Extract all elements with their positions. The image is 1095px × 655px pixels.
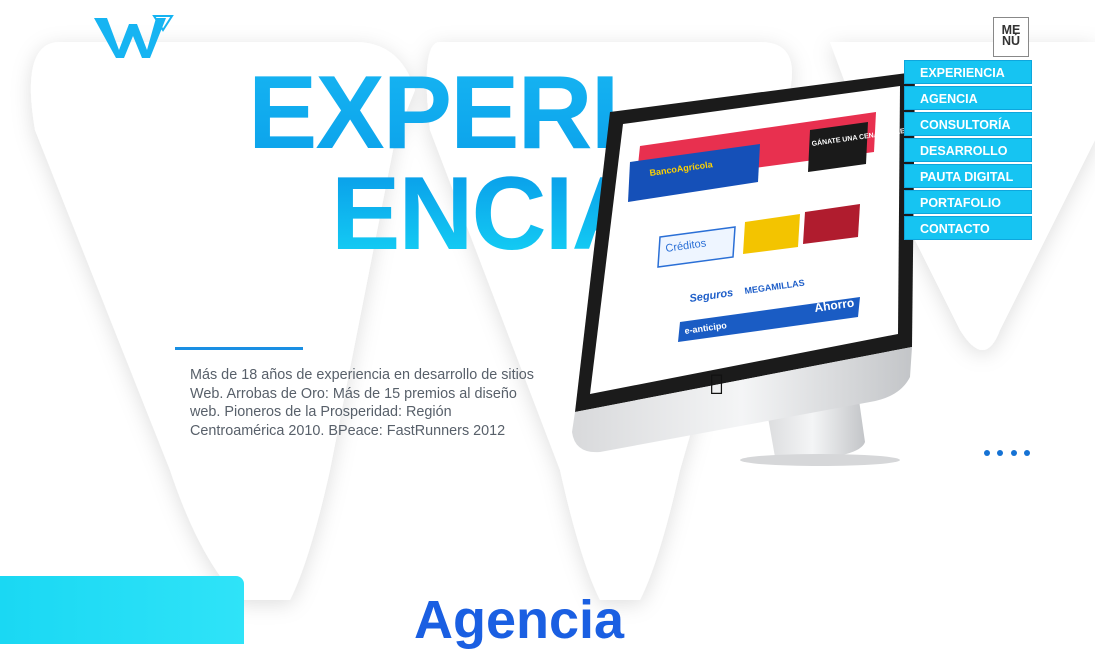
- menu-item-pauta-digital[interactable]: PAUTA DIGITAL: [904, 164, 1032, 188]
- slider-dot[interactable]: [1010, 450, 1017, 456]
- slider-pagination: [984, 443, 1033, 456]
- main-menu: EXPERIENCIA AGENCIA CONSULTORÍA DESARROL…: [904, 60, 1032, 242]
- accent-divider: [175, 347, 303, 350]
- apple-logo-icon: : [710, 371, 723, 396]
- menu-item-agencia[interactable]: AGENCIA: [904, 86, 1032, 110]
- menu-item-portafolio[interactable]: PORTAFOLIO: [904, 190, 1032, 214]
- imac-monitor-illustration:  BancoAgrícola GÁNATE UNA CENA DOBLE Cr…: [572, 72, 915, 466]
- brand-logo[interactable]: [92, 14, 174, 62]
- menu-toggle-button[interactable]: ME NÚ: [993, 17, 1029, 57]
- menu-item-experiencia[interactable]: EXPERIENCIA: [904, 60, 1032, 84]
- slider-dot[interactable]: [984, 450, 990, 456]
- hero-description: Más de 18 años de experiencia en desarro…: [190, 367, 534, 439]
- decorative-cyan-block: [0, 576, 244, 644]
- menu-toggle-line2: NÚ: [1001, 34, 1021, 48]
- menu-item-contacto[interactable]: CONTACTO: [904, 216, 1032, 240]
- menu-item-consultoria[interactable]: CONSULTORÍA: [904, 112, 1032, 136]
- section-title-agencia: Agencia: [414, 590, 625, 650]
- menu-item-desarrollo[interactable]: DESARROLLO: [904, 138, 1032, 162]
